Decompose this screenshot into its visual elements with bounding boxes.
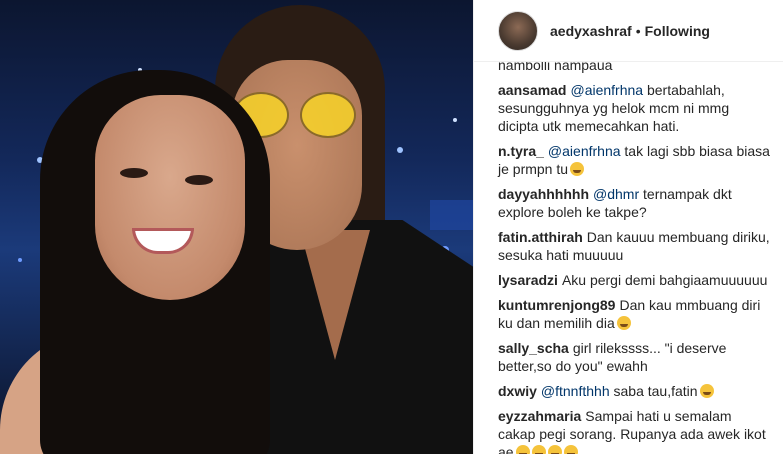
- crying-face-emoji-icon: [531, 445, 546, 454]
- comment-username[interactable]: dayyahhhhhh: [498, 186, 589, 202]
- comment-username[interactable]: sally_scha: [498, 340, 569, 356]
- crying-face-emoji-icon: [699, 384, 714, 398]
- owner-username[interactable]: aedyxashraf: [550, 23, 632, 39]
- comments-list[interactable]: nambolli nampaua aansamad @aienfrhna bert…: [474, 62, 783, 454]
- comment-username[interactable]: kuntumrenjong89: [498, 297, 615, 313]
- crying-face-emoji-icon: [570, 162, 585, 176]
- post-photo[interactable]: [0, 0, 473, 454]
- partial-comment: nambolli nampaua: [498, 62, 770, 74]
- post-header: aedyxashraf • Following: [474, 0, 783, 62]
- comment-text: Aku pergi demi bahgiaamuuuuuu: [561, 272, 768, 288]
- comment-item: dxwiy @ftnnfthhh saba tau,fatin: [498, 382, 770, 400]
- sad-face-emoji-icon: [616, 316, 631, 330]
- separator-dot: •: [635, 22, 641, 39]
- woman-right-eye: [185, 175, 213, 185]
- woman-left-eye: [120, 168, 148, 178]
- comment-mention[interactable]: @dhmr: [593, 186, 639, 202]
- comment-item: sally_scha girl rilekssss... "i deserve b…: [498, 339, 770, 375]
- comment-mention[interactable]: @aienfrhna: [570, 82, 643, 98]
- comment-mention[interactable]: @ftnnfthhh: [541, 383, 610, 399]
- comment-username[interactable]: eyzzahmaria: [498, 408, 581, 424]
- comment-item: aansamad @aienfrhna bertabahlah, sesunggu…: [498, 81, 770, 135]
- post-side-panel: aedyxashraf • Following nambolli nampaua a…: [473, 0, 783, 454]
- crying-face-emoji-icon: [547, 445, 562, 454]
- crying-face-emoji-icon: [515, 445, 530, 454]
- avatar[interactable]: [498, 10, 538, 51]
- following-button[interactable]: Following: [645, 23, 710, 39]
- partial-comment-text: nambolli nampaua: [498, 62, 613, 73]
- comment-item: n.tyra_ @aienfrhna tak lagi sbb biasa bia…: [498, 142, 770, 178]
- comment-username[interactable]: aansamad: [498, 82, 566, 98]
- crying-face-emoji-icon: [563, 445, 578, 454]
- comment-item: kuntumrenjong89 Dan kau mmbuang diri ku d…: [498, 296, 770, 332]
- comment-username[interactable]: dxwiy: [498, 383, 537, 399]
- comment-item: fatin.atthirah Dan kauuu membuang diriku,…: [498, 228, 770, 264]
- woman-face: [95, 95, 245, 300]
- comment-item: eyzzahmaria Sampai hati u semalam cakap p…: [498, 407, 770, 454]
- comment-text: saba tau,fatin: [613, 383, 698, 399]
- comment-mention[interactable]: @aienfrhna: [548, 143, 621, 159]
- comment-username[interactable]: lysaradzi: [498, 272, 558, 288]
- comment-username[interactable]: n.tyra_: [498, 143, 544, 159]
- comment-item: lysaradzi Aku pergi demi bahgiaamuuuuuu: [498, 271, 770, 289]
- glasses-right-lens: [300, 92, 356, 138]
- header-text: aedyxashraf • Following: [550, 23, 710, 39]
- comment-username[interactable]: fatin.atthirah: [498, 229, 583, 245]
- comment-item: dayyahhhhhh @dhmr ternampak dkt explore b…: [498, 185, 770, 221]
